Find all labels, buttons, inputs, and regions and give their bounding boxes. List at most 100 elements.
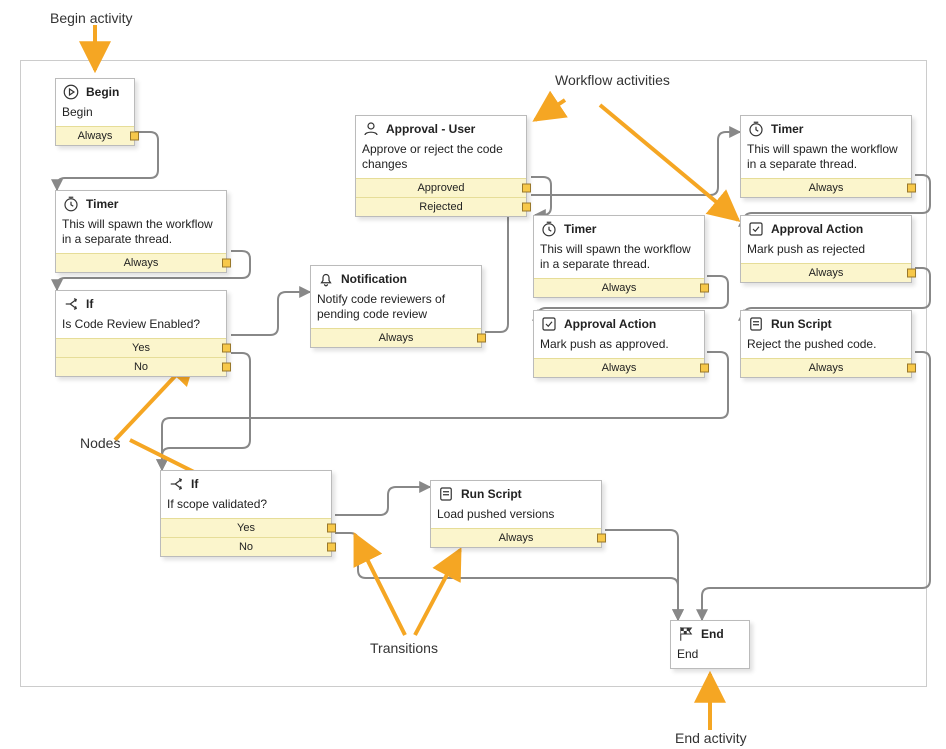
connector-port-icon[interactable] [130, 132, 139, 141]
outcome-rejected[interactable]: Rejected [356, 197, 526, 216]
outcome[interactable]: Always [56, 126, 134, 145]
outcome[interactable]: Always [741, 358, 911, 377]
branch-icon [62, 295, 80, 313]
activity-timer-3[interactable]: Timer This will spawn the workflow in a … [740, 115, 912, 198]
anno-nodes: Nodes [80, 435, 120, 451]
clock-icon [62, 195, 80, 213]
play-circle-icon [62, 83, 80, 101]
activity-desc: This will spawn the workflow in a separa… [534, 240, 704, 278]
activity-end[interactable]: End End [670, 620, 750, 669]
bell-icon [317, 270, 335, 288]
clock-icon [747, 120, 765, 138]
outcome-label: Always [379, 332, 414, 344]
outcome-no[interactable]: No [56, 357, 226, 376]
activity-if-2[interactable]: If If scope validated? Yes No [160, 470, 332, 557]
activity-desc: This will spawn the workflow in a separa… [56, 215, 226, 253]
connector-port-icon[interactable] [907, 364, 916, 373]
outcome-yes[interactable]: Yes [161, 518, 331, 537]
activity-desc: Load pushed versions [431, 505, 601, 528]
activity-desc: Mark push as approved. [534, 335, 704, 358]
activity-approval-action-approved[interactable]: Approval Action Mark push as approved. A… [533, 310, 705, 378]
outcome-label: Always [78, 130, 113, 142]
script-icon [747, 315, 765, 333]
activity-title: Timer [564, 222, 596, 236]
activity-title: If [86, 297, 93, 311]
connector-port-icon[interactable] [222, 363, 231, 372]
activity-title: Begin [86, 85, 119, 99]
outcome[interactable]: Always [311, 328, 481, 347]
anno-end-activity: End activity [675, 730, 747, 746]
clock-icon [540, 220, 558, 238]
connector-port-icon[interactable] [327, 543, 336, 552]
outcome-label: Always [809, 182, 844, 194]
outcome[interactable]: Always [431, 528, 601, 547]
outcome-label: Always [499, 532, 534, 544]
checkbox-icon [540, 315, 558, 333]
outcome-label: No [239, 541, 253, 553]
outcome-label: Always [602, 362, 637, 374]
outcome-approved[interactable]: Approved [356, 178, 526, 197]
outcome-no[interactable]: No [161, 537, 331, 556]
outcome-label: Always [809, 362, 844, 374]
activity-title: Timer [771, 122, 803, 136]
activity-desc: This will spawn the workflow in a separa… [741, 140, 911, 178]
branch-icon [167, 475, 185, 493]
anno-workflow-activities-text: Workflow activities [555, 72, 670, 88]
activity-run-script-load[interactable]: Run Script Load pushed versions Always [430, 480, 602, 548]
checkbox-icon [747, 220, 765, 238]
user-icon [362, 120, 380, 138]
activity-desc: Is Code Review Enabled? [56, 315, 226, 338]
activity-notification[interactable]: Notification Notify code reviewers of pe… [310, 265, 482, 348]
activity-timer-2[interactable]: Timer This will spawn the workflow in a … [533, 215, 705, 298]
outcome-label: No [134, 361, 148, 373]
activity-begin[interactable]: Begin Begin Always [55, 78, 135, 146]
outcome-label: Yes [237, 522, 255, 534]
connector-port-icon[interactable] [700, 364, 709, 373]
connector-port-icon[interactable] [522, 184, 531, 193]
anno-begin-activity: Begin activity [50, 10, 132, 26]
connector-port-icon[interactable] [522, 203, 531, 212]
anno-workflow-activities: Workflow activities [555, 72, 670, 88]
activity-title: Notification [341, 272, 407, 286]
outcome-label: Always [602, 282, 637, 294]
outcome[interactable]: Always [741, 178, 911, 197]
flag-checkered-icon [677, 625, 695, 643]
connector-port-icon[interactable] [222, 344, 231, 353]
outcome-label: Always [809, 267, 844, 279]
outcome[interactable]: Always [534, 278, 704, 297]
activity-if-1[interactable]: If Is Code Review Enabled? Yes No [55, 290, 227, 377]
connector-port-icon[interactable] [327, 524, 336, 533]
connector-port-icon[interactable] [700, 284, 709, 293]
outcome[interactable]: Always [534, 358, 704, 377]
activity-run-script-reject[interactable]: Run Script Reject the pushed code. Alway… [740, 310, 912, 378]
activity-title: Run Script [461, 487, 522, 501]
outcome-label: Rejected [419, 201, 462, 213]
connector-port-icon[interactable] [907, 269, 916, 278]
connector-port-icon[interactable] [907, 184, 916, 193]
outcome[interactable]: Always [741, 263, 911, 282]
connector-port-icon[interactable] [222, 259, 231, 268]
activity-desc: Begin [56, 103, 134, 126]
activity-title: Run Script [771, 317, 832, 331]
activity-title: Approval Action [771, 222, 863, 236]
activity-timer-1[interactable]: Timer This will spawn the workflow in a … [55, 190, 227, 273]
outcome-label: Always [124, 257, 159, 269]
activity-title: If [191, 477, 198, 491]
activity-title: Approval Action [564, 317, 656, 331]
activity-title: Timer [86, 197, 118, 211]
outcome[interactable]: Always [56, 253, 226, 272]
activity-title: End [701, 627, 724, 641]
activity-desc: Mark push as rejected [741, 240, 911, 263]
anno-transitions: Transitions [370, 640, 438, 656]
activity-desc: Approve or reject the code changes [356, 140, 526, 178]
outcome-label: Approved [417, 182, 464, 194]
activity-desc: If scope validated? [161, 495, 331, 518]
script-icon [437, 485, 455, 503]
activity-desc: End [671, 645, 749, 668]
connector-port-icon[interactable] [597, 534, 606, 543]
outcome-yes[interactable]: Yes [56, 338, 226, 357]
activity-approval-user[interactable]: Approval - User Approve or reject the co… [355, 115, 527, 217]
connector-port-icon[interactable] [477, 334, 486, 343]
workflow-diagram: Begin activity Workflow activities Nodes… [10, 10, 936, 739]
activity-approval-action-rejected[interactable]: Approval Action Mark push as rejected Al… [740, 215, 912, 283]
